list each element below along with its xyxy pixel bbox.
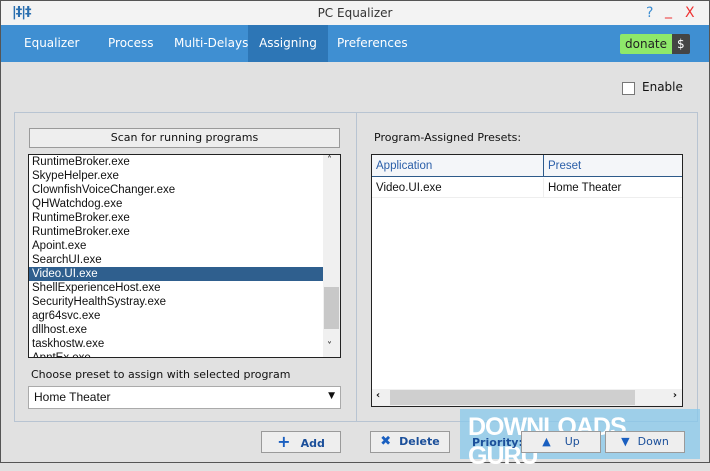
program-list-item[interactable]: Apoint.exe xyxy=(29,239,323,253)
table-hscrollbar[interactable]: ‹ › xyxy=(372,389,682,406)
plus-icon: + xyxy=(277,432,291,451)
program-list-item[interactable]: RuntimeBroker.exe xyxy=(29,225,323,239)
tab-preferences[interactable]: Preferences xyxy=(327,25,418,62)
preset-label: Choose preset to assign with selected pr… xyxy=(31,368,291,381)
donate-button[interactable]: donate $ xyxy=(620,34,690,54)
table-cell-preset[interactable]: Home Theater xyxy=(544,178,682,198)
program-list-item[interactable]: ApntEx.exe xyxy=(29,351,323,357)
program-list-item[interactable]: RuntimeBroker.exe xyxy=(29,211,323,225)
down-button[interactable]: ▼ Down xyxy=(605,431,685,453)
delete-label: Delete xyxy=(399,435,440,448)
tab-process[interactable]: Process xyxy=(98,25,164,62)
x-icon: ✖ xyxy=(380,434,392,449)
program-list-item[interactable]: ClownfishVoiceChanger.exe xyxy=(29,183,323,197)
minimize-button[interactable]: _ xyxy=(665,3,672,19)
chevron-left-icon[interactable]: ‹ xyxy=(376,390,380,401)
delete-button[interactable]: ✖ Delete xyxy=(370,431,450,453)
program-list-item[interactable]: taskhostw.exe xyxy=(29,337,323,351)
tab-equalizer[interactable]: Equalizer xyxy=(14,25,89,62)
scan-button[interactable]: Scan for running programs xyxy=(29,128,340,148)
chevron-up-icon[interactable]: ˄ xyxy=(327,155,332,166)
program-list-item[interactable]: RuntimeBroker.exe xyxy=(29,155,323,169)
down-label: Down xyxy=(637,435,669,448)
up-button[interactable]: ▲ Up xyxy=(521,431,601,453)
program-list[interactable]: RuntimeBroker.exe SkypeHelper.exe Clownfis… xyxy=(28,154,341,358)
chevron-right-icon[interactable]: › xyxy=(673,390,677,401)
column-header-preset[interactable]: Preset xyxy=(544,155,682,177)
program-list-item[interactable]: SkypeHelper.exe xyxy=(29,169,323,183)
list-scrollbar[interactable]: ˄ ˅ xyxy=(323,155,340,357)
program-list-item[interactable]: SecurityHealthSystray.exe xyxy=(29,295,323,309)
dollar-icon: $ xyxy=(672,34,690,54)
arrow-up-icon: ▲ xyxy=(542,435,551,448)
arrow-down-icon: ▼ xyxy=(621,435,630,448)
program-list-item[interactable]: QHWatchdog.exe xyxy=(29,197,323,211)
main-nav: Equalizer Process Multi-Delays Assigning… xyxy=(1,25,709,62)
table-cell-application[interactable]: Video.UI.exe xyxy=(372,178,544,198)
preset-value: Home Theater xyxy=(34,390,111,404)
up-label: Up xyxy=(564,435,580,448)
program-list-item[interactable]: Video.UI.exe xyxy=(29,267,323,281)
program-list-item[interactable]: dllhost.exe xyxy=(29,323,323,337)
title-bar: |‡|‡ PC Equalizer ? _ X xyxy=(1,1,709,25)
program-list-item[interactable]: SearchUI.exe xyxy=(29,253,323,267)
dropdown-arrow-icon: ▼ xyxy=(328,391,335,401)
enable-label: Enable xyxy=(642,80,683,94)
priority-label: Priority: xyxy=(472,436,523,449)
enable-checkbox[interactable] xyxy=(622,82,635,95)
panel-divider xyxy=(356,112,357,422)
assigned-presets-label: Program-Assigned Presets: xyxy=(374,131,522,144)
close-button[interactable]: X xyxy=(685,5,695,21)
hscroll-thumb[interactable] xyxy=(390,390,635,405)
window-title: PC Equalizer xyxy=(317,6,393,20)
chevron-down-icon[interactable]: ˅ xyxy=(327,341,332,352)
program-list-item[interactable]: agr64svc.exe xyxy=(29,309,323,323)
add-label: Add xyxy=(300,437,325,450)
donate-label: donate xyxy=(620,34,673,54)
scroll-thumb[interactable] xyxy=(324,287,339,329)
add-button[interactable]: + Add xyxy=(261,431,341,453)
help-button[interactable]: ? xyxy=(646,5,653,21)
tab-multi-delays[interactable]: Multi-Delays xyxy=(164,25,258,62)
column-header-application[interactable]: Application xyxy=(372,155,544,177)
program-list-item[interactable]: ShellExperienceHost.exe xyxy=(29,281,323,295)
preset-select[interactable]: Home Theater ▼ xyxy=(28,386,341,409)
tab-assigning[interactable]: Assigning xyxy=(248,25,328,62)
assigned-presets-table[interactable]: Application Preset Video.UI.exe Home The… xyxy=(371,154,683,407)
